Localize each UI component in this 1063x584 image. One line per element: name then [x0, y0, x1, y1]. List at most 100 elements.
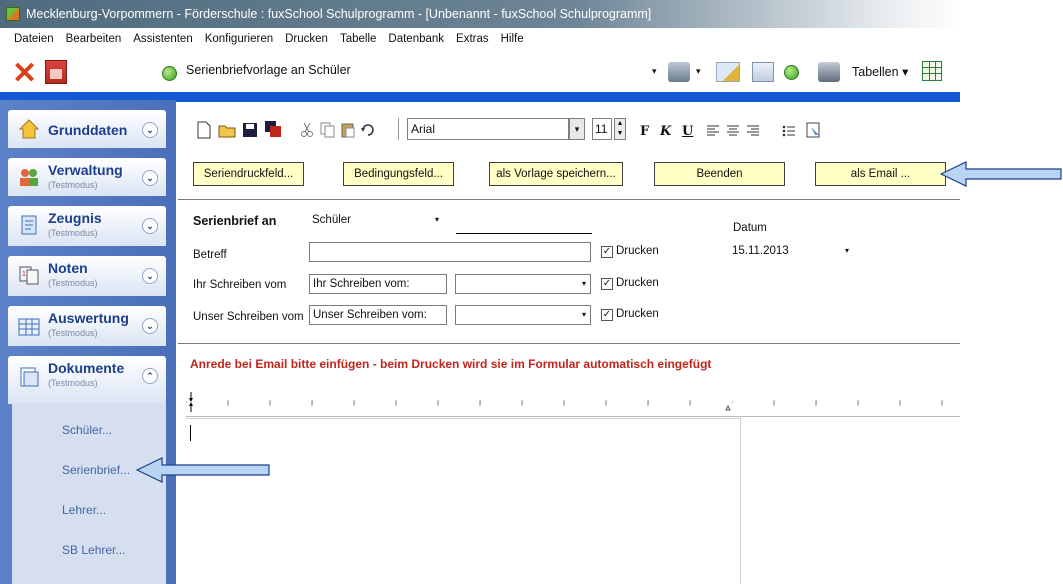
- betreff-input[interactable]: [309, 242, 591, 262]
- divider: [178, 199, 960, 200]
- menu-datenbank[interactable]: Datenbank: [388, 33, 444, 45]
- sidebar-section-noten[interactable]: 1 Noten (Testmodus) ⌄: [8, 256, 166, 296]
- ihr-schreiben-date-select[interactable]: ▾: [455, 274, 591, 294]
- bold-button[interactable]: F: [640, 124, 649, 139]
- datum-label: Datum: [733, 222, 767, 234]
- divider: [178, 343, 960, 344]
- house-icon: [18, 119, 40, 139]
- annotation-arrow-right: [940, 161, 1062, 187]
- align-center-icon[interactable]: [726, 124, 740, 138]
- chevron-up-icon[interactable]: ⌃: [142, 368, 158, 384]
- sidebar-section-zeugnis[interactable]: Zeugnis (Testmodus) ⌄: [8, 206, 166, 246]
- notepad-icon[interactable]: [752, 62, 774, 82]
- menu-hilfe[interactable]: Hilfe: [501, 33, 524, 45]
- unser-schreiben-input[interactable]: Unser Schreiben vom:: [309, 305, 447, 325]
- chevron-down-icon[interactable]: ⌄: [142, 218, 158, 234]
- sidebar-section-verwaltung[interactable]: Verwaltung (Testmodus) ⌄: [8, 158, 166, 196]
- spreadsheet-icon: [18, 318, 40, 336]
- print-dropdown-icon[interactable]: ▾: [696, 66, 701, 77]
- doc-link-serienbrief[interactable]: Serienbrief...: [62, 463, 130, 477]
- als-email-button[interactable]: als Email ...: [815, 162, 946, 186]
- align-right-icon[interactable]: [746, 124, 760, 138]
- recipient-underline: [456, 233, 592, 234]
- sidebar-section-auswertung[interactable]: Auswertung (Testmodus) ⌄: [8, 306, 166, 346]
- text-caret: [190, 425, 191, 441]
- unser-schreiben-date-select[interactable]: ▾: [455, 305, 591, 325]
- chevron-down-icon[interactable]: ⌄: [142, 318, 158, 334]
- sidebar-title: Zeugnis: [48, 210, 102, 226]
- datum-value: 15.11.2013: [732, 245, 789, 257]
- copy-icon[interactable]: [320, 122, 336, 138]
- tables-dropdown-icon: ▾: [902, 65, 909, 79]
- svg-text:1: 1: [22, 271, 26, 278]
- als-vorlage-speichern-button[interactable]: als Vorlage speichern...: [489, 162, 623, 186]
- table-grid-icon[interactable]: [922, 61, 942, 81]
- cut-icon[interactable]: [300, 122, 314, 138]
- paste-icon[interactable]: [340, 122, 356, 138]
- sidebar-subtitle: (Testmodus): [48, 378, 98, 388]
- template-dropdown-icon[interactable]: ▾: [652, 66, 657, 77]
- go-icon[interactable]: [162, 66, 177, 81]
- undo-icon[interactable]: [360, 122, 376, 138]
- save-as-icon[interactable]: [264, 120, 282, 138]
- doc-link-schueler[interactable]: Schüler...: [62, 423, 112, 437]
- sidebar-section-dokumente[interactable]: Dokumente (Testmodus) ⌃: [8, 356, 166, 404]
- edit-icon[interactable]: [716, 62, 740, 82]
- print-preview-icon[interactable]: [668, 62, 690, 82]
- menu-tabelle[interactable]: Tabelle: [340, 33, 376, 45]
- window-title: Mecklenburg-Vorpommern - Förderschule : …: [0, 0, 960, 28]
- unser-schreiben-drucken-checkbox[interactable]: ✓: [601, 309, 613, 321]
- menu-drucken[interactable]: Drucken: [285, 33, 328, 45]
- align-left-icon[interactable]: [706, 124, 720, 138]
- menu-assistenten[interactable]: Assistenten: [133, 33, 192, 45]
- font-dropdown-icon[interactable]: ▾: [569, 118, 585, 140]
- chevron-down-icon: ▾: [581, 310, 586, 319]
- refresh-icon[interactable]: [784, 65, 799, 80]
- ihr-schreiben-drucken-checkbox[interactable]: ✓: [601, 278, 613, 290]
- doc-link-lehrer[interactable]: Lehrer...: [62, 503, 106, 517]
- menu-konfigurieren[interactable]: Konfigurieren: [205, 33, 273, 45]
- new-document-icon[interactable]: [196, 121, 212, 139]
- ihr-schreiben-input[interactable]: Ihr Schreiben vom:: [309, 274, 447, 294]
- toolbar-separator: [398, 118, 400, 140]
- menu-extras[interactable]: Extras: [456, 33, 489, 45]
- serienbrief-an-value: Schüler: [312, 214, 351, 226]
- chevron-down-icon: ▾: [434, 215, 439, 224]
- chevron-down-icon[interactable]: ⌄: [142, 122, 158, 138]
- chevron-down-icon[interactable]: ⌄: [142, 170, 158, 186]
- italic-button[interactable]: K: [660, 124, 671, 139]
- template-combo[interactable]: Serienbriefvorlage an Schüler: [186, 63, 351, 77]
- chevron-down-icon[interactable]: ⌄: [142, 268, 158, 284]
- font-size-spinner[interactable]: ▲ ▼: [614, 118, 626, 140]
- insert-object-icon[interactable]: [806, 122, 822, 138]
- menu-dateien[interactable]: Dateien: [14, 33, 54, 45]
- betreff-drucken-checkbox[interactable]: ✓: [601, 246, 613, 258]
- ruler[interactable]: [186, 390, 960, 416]
- open-folder-icon[interactable]: [218, 121, 236, 139]
- document-icon: [20, 367, 39, 387]
- sidebar-subtitle: (Testmodus): [48, 180, 98, 190]
- printer-icon[interactable]: [818, 62, 840, 82]
- bullet-list-icon[interactable]: [782, 124, 796, 138]
- document-editor[interactable]: [186, 418, 741, 584]
- annotation-arrow-left: [136, 457, 270, 483]
- letter-template-icon[interactable]: [45, 60, 67, 84]
- underline-button[interactable]: U: [682, 124, 693, 139]
- datum-select[interactable]: 15.11.2013 ▾: [729, 242, 857, 262]
- doc-link-sb-lehrer[interactable]: SB Lehrer...: [62, 543, 125, 557]
- beenden-button[interactable]: Beenden: [654, 162, 785, 186]
- bedingungsfeld-button[interactable]: Bedingungsfeld...: [343, 162, 454, 186]
- documents-panel: Schüler... Serienbrief... Lehrer... SB L…: [12, 403, 166, 584]
- close-icon[interactable]: ✕: [12, 59, 37, 89]
- font-select[interactable]: Arial: [407, 118, 569, 140]
- seriendruckfeld-button[interactable]: Seriendruckfeld...: [193, 162, 304, 186]
- sidebar-section-grunddaten[interactable]: Grunddaten ⌄: [8, 110, 166, 148]
- app-icon: [6, 7, 20, 21]
- tables-menu-button[interactable]: Tabellen ▾: [852, 64, 908, 79]
- save-icon[interactable]: [242, 121, 258, 139]
- drucken-label: Drucken: [616, 308, 659, 320]
- font-size-input[interactable]: 11: [592, 118, 612, 140]
- sidebar-subtitle: (Testmodus): [48, 328, 98, 338]
- serienbrief-an-select[interactable]: Schüler ▾: [309, 211, 443, 231]
- menu-bearbeiten[interactable]: Bearbeiten: [66, 33, 122, 45]
